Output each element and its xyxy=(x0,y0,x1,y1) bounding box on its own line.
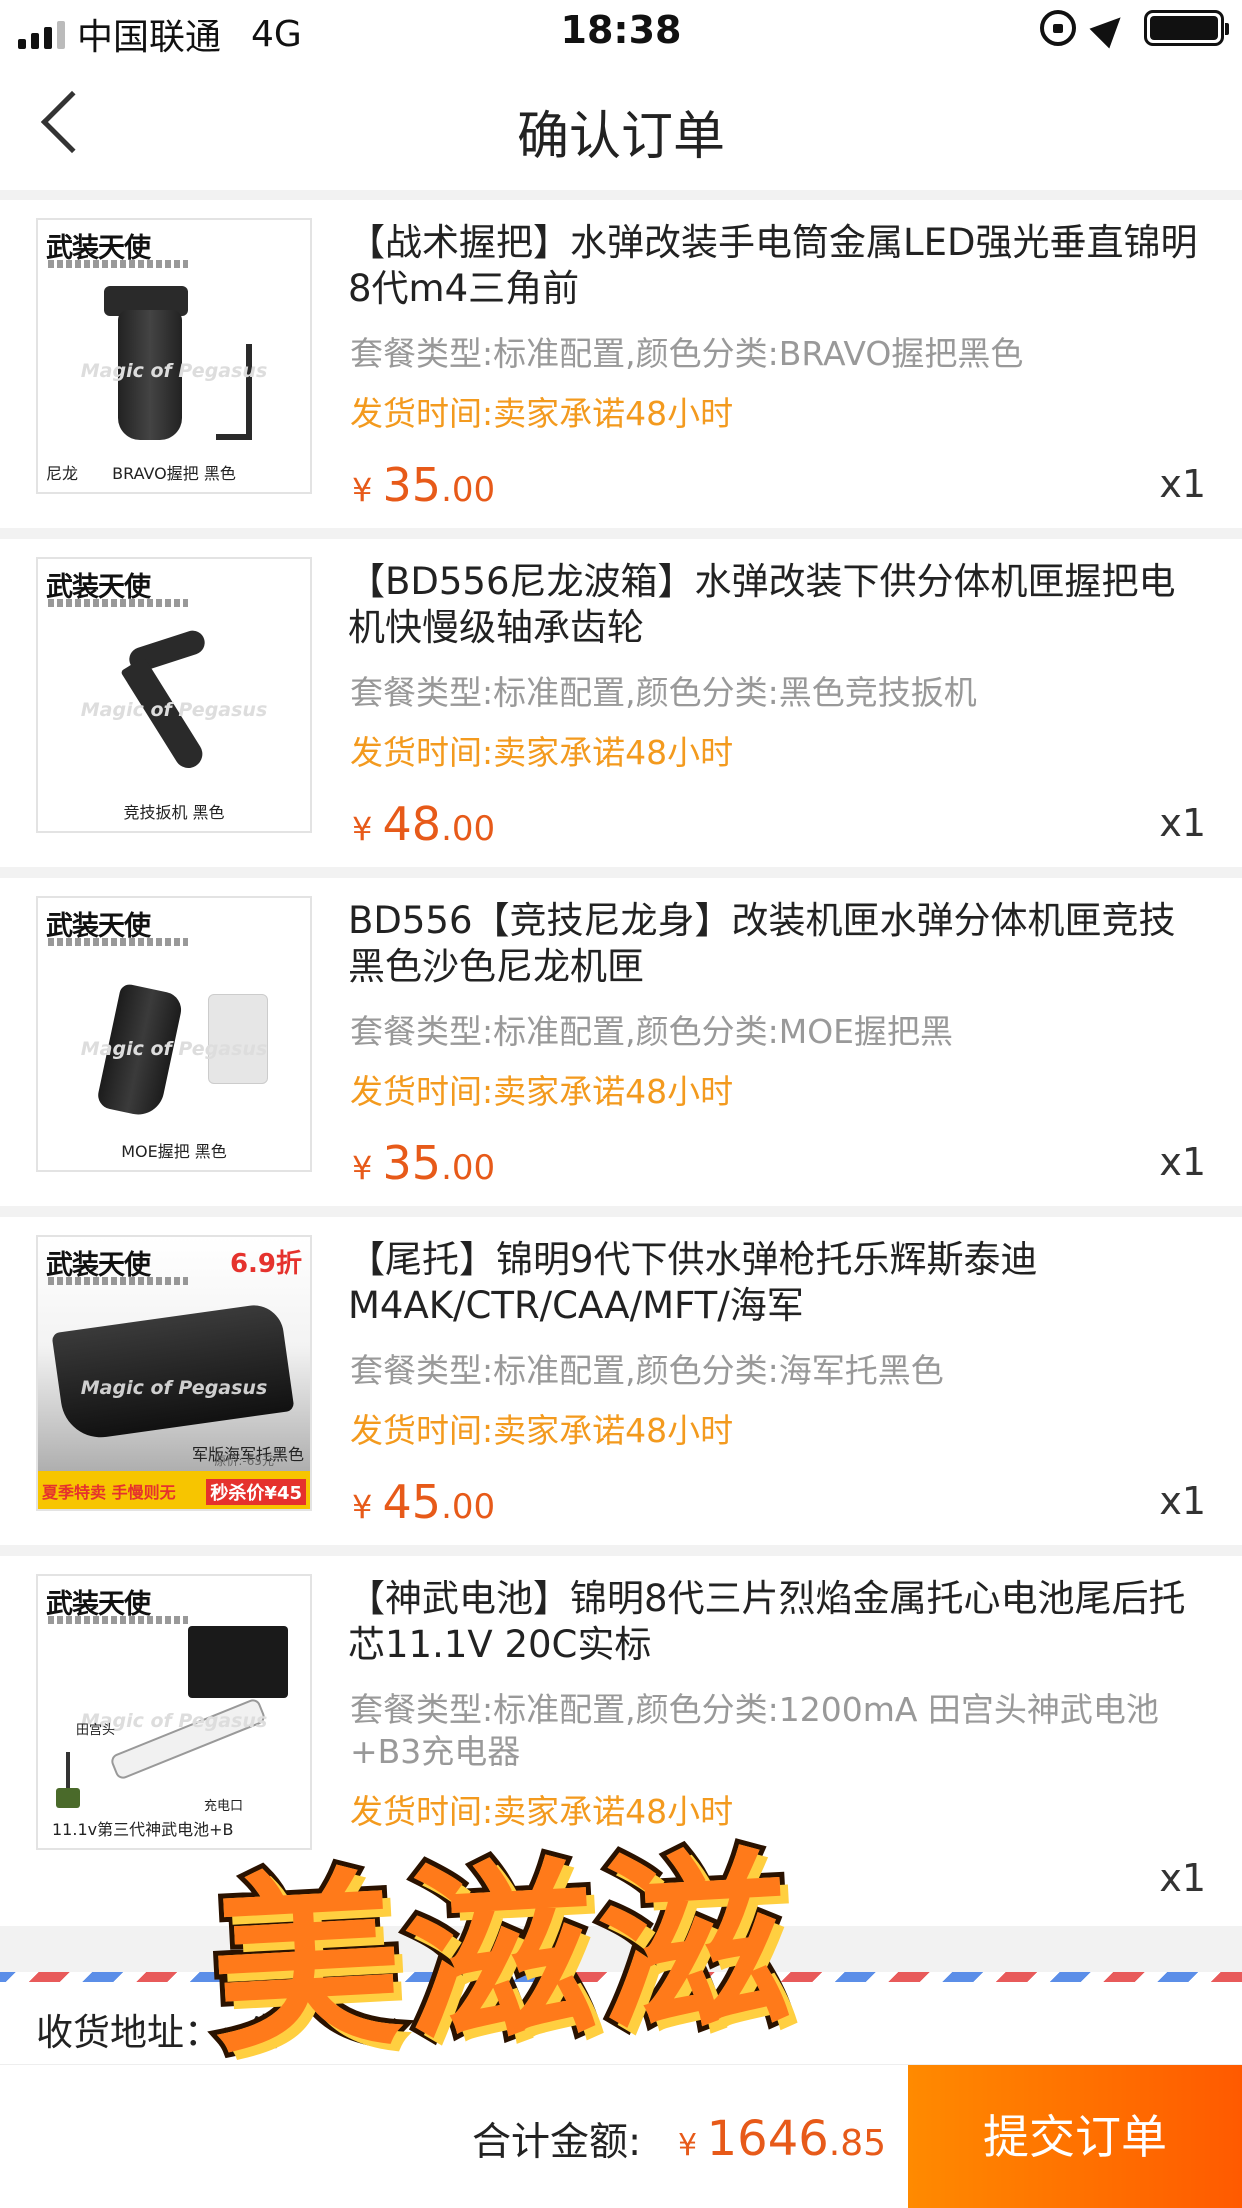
watermark: Magic of Pegasus xyxy=(80,699,268,721)
brand-sub-line xyxy=(48,1277,188,1285)
brand-sub-line xyxy=(48,1616,188,1624)
product-title[interactable]: 【尾托】锦明9代下供水弹枪托乐辉斯泰迪M4AK/CTR/CAA/MFT/海军 xyxy=(348,1237,1210,1329)
charger-box xyxy=(188,1626,288,1698)
product-spec: 套餐类型:标准配置,颜色分类:BRAVO握把黑色 xyxy=(350,334,1024,373)
page-title: 确认订单 xyxy=(516,107,725,167)
currency-symbol: ¥ xyxy=(352,1149,373,1187)
battery-icon xyxy=(1144,10,1229,46)
product-title[interactable]: 【战术握把】水弹改装手电筒金属LED强光垂直锦明8代m4三角前 xyxy=(348,220,1210,312)
brand-sub-line xyxy=(48,938,188,946)
product-spec: 套餐类型:标准配置,颜色分类:黑色竞技扳机 xyxy=(350,673,977,712)
product-price: ¥ 35.00 xyxy=(352,458,495,512)
order-item[interactable]: 武装天使 Magic of Pegasus MOE握把 黑色 BD556【竞技尼… xyxy=(0,878,1242,1206)
location-arrow-icon xyxy=(1089,7,1131,49)
watermark: Magic of Pegasus xyxy=(80,360,268,382)
product-price: ¥ 48.00 xyxy=(352,797,495,851)
product-spec: 套餐类型:标准配置,颜色分类:MOE握把黑 xyxy=(350,1012,954,1051)
price-decimal: .00 xyxy=(441,1487,496,1527)
original-price: 原价:-65元 xyxy=(214,1454,274,1468)
price-decimal: .00 xyxy=(441,1148,496,1188)
product-title[interactable]: 【神武电池】锦明8代三片烈焰金属托心电池尾后托芯11.1V 20C实标 xyxy=(348,1576,1210,1668)
shipping-time: 发货时间:卖家承诺48小时 xyxy=(350,1411,734,1450)
address-label: 收货地址： xyxy=(36,2011,221,2054)
order-item-list: 武装天使 Magic of Pegasus 尼龙 BRAVO握把 黑色 【战术握… xyxy=(0,200,1242,1937)
product-image[interactable]: 武装天使 Magic of Pegasus 尼龙 BRAVO握把 黑色 xyxy=(36,218,312,494)
image-caption: 竞技扳机 黑色 xyxy=(123,803,225,822)
quantity: x1 xyxy=(1159,462,1206,506)
order-item[interactable]: 武装天使 Magic of Pegasus 田宫头 充电口 11.1v第三代神武… xyxy=(0,1556,1242,1926)
status-bar: 中国联通 4G 18:38 xyxy=(0,0,1242,60)
rotation-lock-icon xyxy=(1040,10,1076,46)
stock-shape xyxy=(51,1301,295,1443)
brand-sub-line xyxy=(48,260,188,268)
product-image[interactable]: 武装天使 6.9折 Magic of Pegasus 军版海军托黑色 夏季特卖 … xyxy=(36,1235,312,1511)
confirm-order-screen: 中国联通 4G 18:38 确认订单 武装天使 Magic of Pegasus xyxy=(0,0,1242,2208)
product-image[interactable]: 武装天使 Magic of Pegasus MOE握把 黑色 xyxy=(36,896,312,1172)
price-decimal: .00 xyxy=(441,809,496,849)
order-item[interactable]: 武装天使 Magic of Pegasus 尼龙 BRAVO握把 黑色 【战术握… xyxy=(0,200,1242,528)
product-price: ¥ 45.00 xyxy=(352,1475,495,1529)
total-integer: 1646 xyxy=(706,2111,829,2167)
product-title[interactable]: 【BD556尼龙波箱】水弹改装下供分体机匣握把电机快慢级轴承齿轮 xyxy=(348,559,1210,651)
discount-badge: 6.9折 xyxy=(229,1249,302,1279)
promo-text: 夏季特卖 手慢则无 xyxy=(42,1483,176,1502)
image-caption: MOE握把 黑色 xyxy=(121,1142,227,1161)
nav-bar: 确认订单 xyxy=(0,60,1242,190)
image-caption: BRAVO握把 黑色 xyxy=(112,464,236,483)
brand-sub-line xyxy=(48,599,188,607)
shipping-time: 发货时间:卖家承诺48小时 xyxy=(350,394,734,433)
status-right xyxy=(1040,7,1229,49)
currency-symbol: ¥ xyxy=(678,2128,698,2163)
currency-symbol: ¥ xyxy=(352,471,373,509)
plug-label: 田宫头 xyxy=(76,1723,116,1738)
shipping-time: 发货时间:卖家承诺48小时 xyxy=(350,1072,734,1111)
price-integer: 35 xyxy=(382,1136,442,1190)
hex-key-foot xyxy=(216,434,252,440)
quantity: x1 xyxy=(1159,1140,1206,1184)
price-integer: 45 xyxy=(382,1475,442,1529)
product-spec: 套餐类型:标准配置,颜色分类:海军托黑色 xyxy=(350,1351,944,1390)
quantity: x1 xyxy=(1159,1856,1206,1900)
port-label: 充电口 xyxy=(204,1799,244,1814)
quantity: x1 xyxy=(1159,1479,1206,1523)
product-spec: 套餐类型:标准配置,颜色分类:1200mA 田宫头神武电池+B3充电器 xyxy=(350,1690,1159,1771)
currency-symbol: ¥ xyxy=(352,1488,373,1526)
product-image[interactable]: 武装天使 Magic of Pegasus 田宫头 充电口 11.1v第三代神武… xyxy=(36,1574,312,1850)
checkout-bar: 合计金额: ¥ 1646.85 提交订单 xyxy=(0,2064,1242,2208)
price-integer: 35 xyxy=(382,458,442,512)
tamiya-plug xyxy=(56,1788,80,1808)
flash-sale-price: 秒杀价¥45 xyxy=(206,1479,306,1505)
shipping-time: 发货时间:卖家承诺48小时 xyxy=(350,1792,734,1831)
product-price: ¥ 35.00 xyxy=(352,1136,495,1190)
order-item[interactable]: 武装天使 6.9折 Magic of Pegasus 军版海军托黑色 夏季特卖 … xyxy=(0,1217,1242,1545)
watermark: Magic of Pegasus xyxy=(80,1377,268,1399)
product-image[interactable]: 武装天使 Magic of Pegasus 竞技扳机 黑色 xyxy=(36,557,312,833)
image-caption: 11.1v第三代神武电池+B xyxy=(52,1820,234,1839)
address-value: 省 xyxy=(246,2011,283,2054)
shipping-address[interactable]: 收货地址： 省 xyxy=(0,1972,1242,2064)
total-label: 合计金额: xyxy=(472,2120,642,2165)
price-integer: 48 xyxy=(382,797,442,851)
quantity: x1 xyxy=(1159,801,1206,845)
total-amount: ¥ 1646.85 xyxy=(678,2111,886,2167)
total-decimal: .85 xyxy=(828,2123,887,2164)
airmail-stripe xyxy=(0,1972,1242,1982)
price-decimal: .00 xyxy=(441,470,496,510)
watermark: Magic of Pegasus xyxy=(80,1038,268,1060)
shipping-time: 发货时间:卖家承诺48小时 xyxy=(350,733,734,772)
order-item[interactable]: 武装天使 Magic of Pegasus 竞技扳机 黑色 【BD556尼龙波箱… xyxy=(0,539,1242,867)
submit-order-button[interactable]: 提交订单 xyxy=(908,2065,1242,2208)
product-title[interactable]: BD556【竞技尼龙身】改装机匣水弹分体机匣竞技黑色沙色尼龙机匣 xyxy=(348,898,1210,990)
currency-symbol: ¥ xyxy=(352,810,373,848)
hex-key xyxy=(246,344,252,440)
